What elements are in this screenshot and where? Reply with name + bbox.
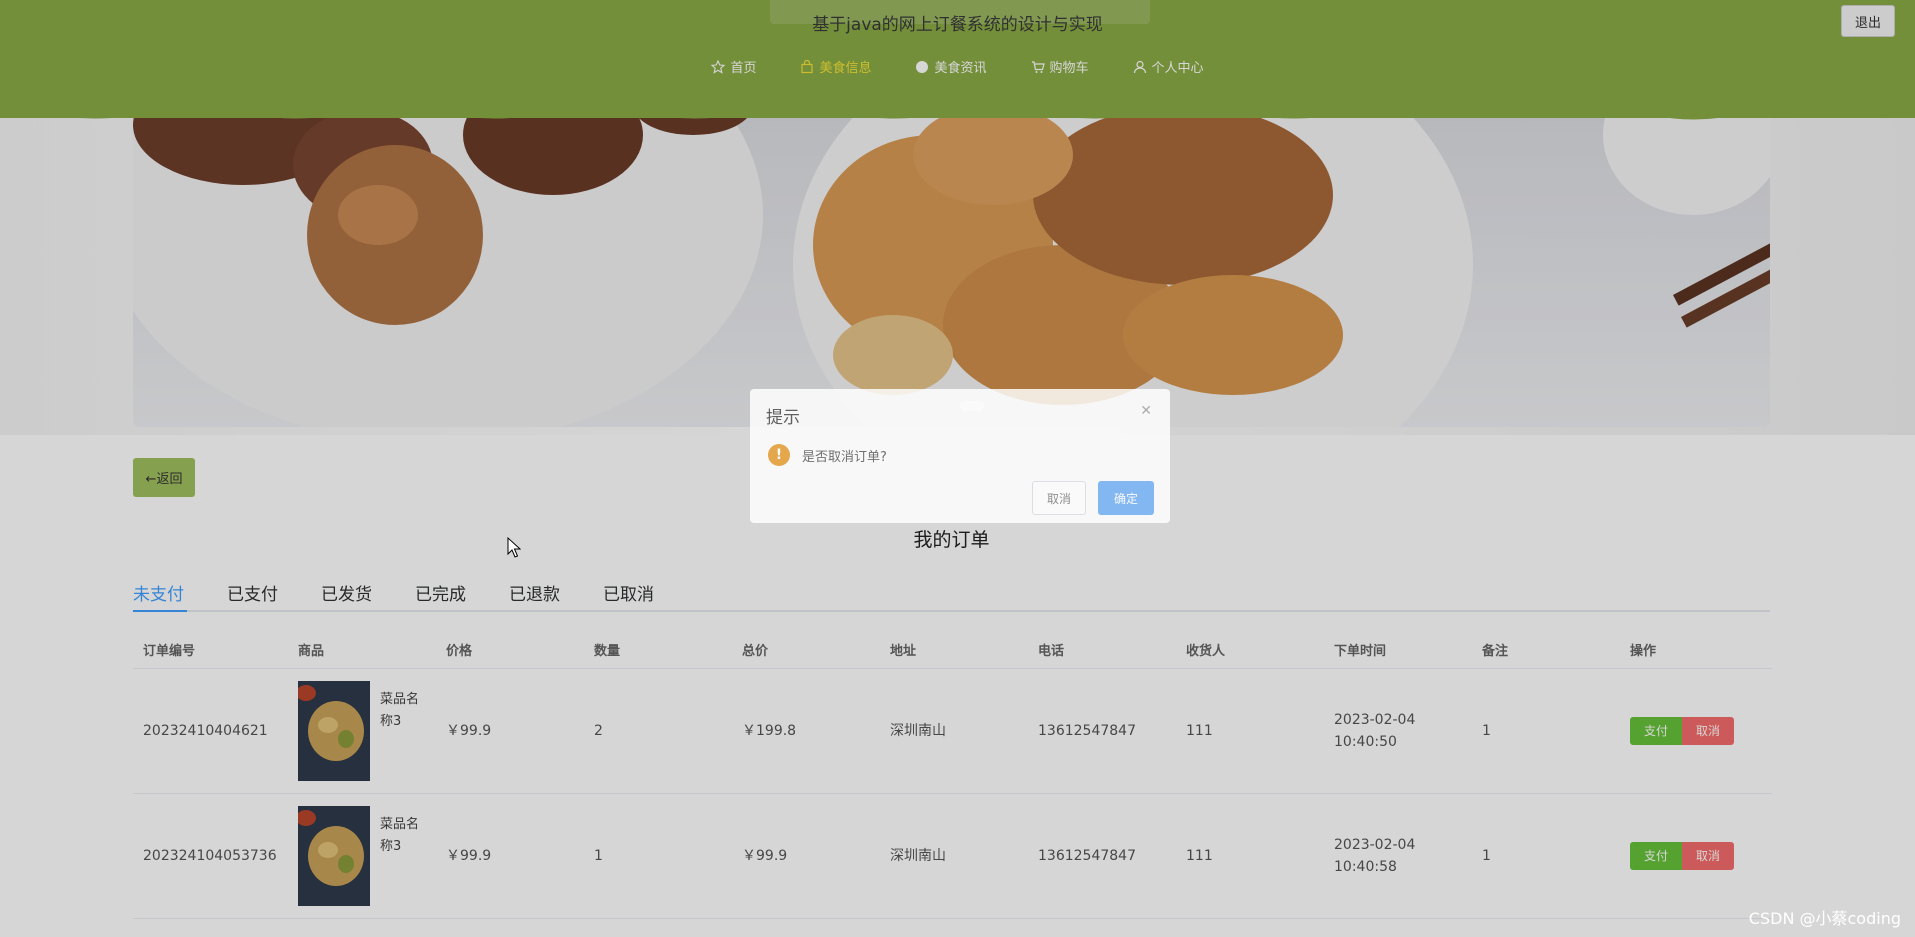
confirm-dialog: 提示 ✕ ! 是否取消订单? 取消 确定 bbox=[750, 389, 1170, 523]
dialog-message: 是否取消订单? bbox=[802, 450, 887, 465]
dialog-drag-handle bbox=[960, 401, 984, 411]
dialog-title: 提示 bbox=[766, 408, 800, 428]
warning-icon: ! bbox=[768, 444, 790, 466]
dialog-cancel-button[interactable]: 取消 bbox=[1032, 481, 1086, 515]
watermark: CSDN @小蔡coding bbox=[1748, 909, 1901, 928]
close-icon[interactable]: ✕ bbox=[1140, 403, 1152, 419]
dialog-confirm-button[interactable]: 确定 bbox=[1098, 481, 1154, 515]
mouse-cursor-icon bbox=[507, 537, 521, 558]
